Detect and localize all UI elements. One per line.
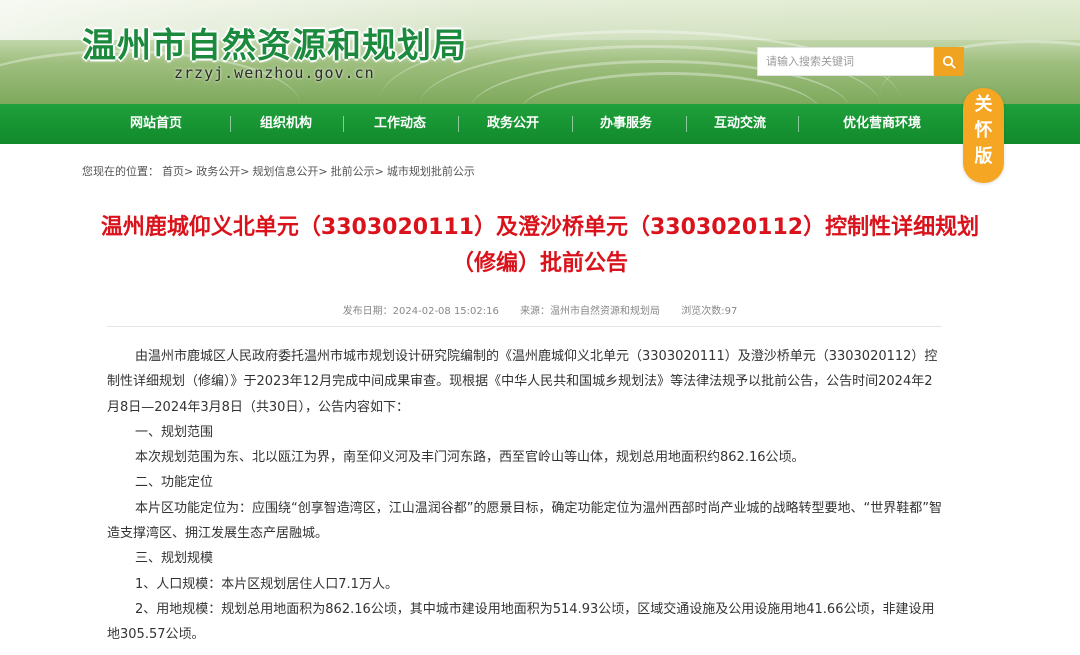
breadcrumb-link-home[interactable]: 首页> [162, 165, 193, 178]
main-nav: 网站首页 组织机构 工作动态 政务公开 办事服务 互动交流 优化营商环境 [0, 104, 1080, 144]
care-mode-char: 怀 [974, 120, 993, 141]
nav-item-business-env[interactable]: 优化营商环境 [822, 104, 942, 144]
article-title: 温州鹿城仰义北单元（3303020111）及澄沙桥单元（3303020112）控… [100, 215, 980, 276]
search-input[interactable]: 请输入搜索关键词 [757, 47, 934, 76]
article-paragraph: 本片区功能定位为：应围绕“创享智造湾区，江山温润谷都”的愿景目标，确定功能定位为… [107, 500, 942, 542]
article-source: 来源：温州市自然资源和规划局 [520, 306, 661, 317]
care-mode-char: 版 [974, 146, 993, 167]
nav-separator [798, 116, 799, 132]
nav-separator [343, 116, 344, 132]
section-heading: 一、规划范围 [135, 424, 214, 440]
nav-item-home[interactable]: 网站首页 [108, 104, 204, 144]
title-divider [107, 326, 942, 327]
publish-date: 发布日期：2024-02-08 15:02:16 [342, 306, 499, 317]
nav-separator [230, 116, 231, 132]
article-paragraph: 由温州市鹿城区人民政府委托温州市城市规划设计研究院编制的《温州鹿城仰义北单元（3… [107, 349, 938, 415]
nav-item-gov-affairs[interactable]: 政务公开 [465, 104, 561, 144]
nav-separator [572, 116, 573, 132]
nav-item-services[interactable]: 办事服务 [578, 104, 674, 144]
breadcrumb-link-city-planning[interactable]: 城市规划批前公示 [387, 165, 475, 178]
article-paragraph: 1、人口规模：本片区规划居住人口7.1万人。 [135, 576, 398, 592]
nav-separator [686, 116, 687, 132]
view-count: 浏览次数:97 [681, 306, 738, 317]
article-paragraph: 本次规划范围为东、北以瓯江为界，南至仰义河及丰门河东路，西至官岭山等山体，规划总… [135, 450, 805, 466]
search-button[interactable] [934, 47, 964, 76]
breadcrumb-prefix: 您现在的位置： [82, 165, 159, 178]
breadcrumb-link-pre-approval[interactable]: 批前公示> [331, 165, 384, 178]
breadcrumb: 您现在的位置： 首页> 政务公开> 规划信息公开> 批前公示> 城市规划批前公示 [82, 163, 478, 179]
site-url: zrzyj.wenzhou.gov.cn [174, 64, 375, 82]
search-icon [942, 55, 956, 69]
section-heading: 三、规划规模 [135, 551, 214, 567]
nav-item-news[interactable]: 工作动态 [352, 104, 448, 144]
care-mode-char: 关 [974, 94, 993, 115]
site-title[interactable]: 温州市自然资源和规划局 [82, 18, 467, 67]
article-body: 由温州市鹿城区人民政府委托温州市城市规划设计研究院编制的《温州鹿城仰义北单元（3… [107, 344, 942, 648]
section-heading: 二、功能定位 [135, 475, 214, 491]
article-paragraph: 2、用地规模：规划总用地面积为862.16公顷，其中城市建设用地面积为514.9… [107, 601, 935, 643]
nav-item-organization[interactable]: 组织机构 [238, 104, 334, 144]
breadcrumb-link-gov-affairs[interactable]: 政务公开> [196, 165, 249, 178]
header-banner: 温州市自然资源和规划局 zrzyj.wenzhou.gov.cn 请输入搜索关键… [0, 0, 1080, 104]
breadcrumb-link-planning-info[interactable]: 规划信息公开> [252, 165, 327, 178]
article-meta: 发布日期：2024-02-08 15:02:16 来源：温州市自然资源和规划局 … [0, 302, 1080, 317]
care-mode-button[interactable]: 关 怀 版 [963, 88, 1004, 183]
nav-item-interaction[interactable]: 互动交流 [692, 104, 788, 144]
nav-separator [458, 116, 459, 132]
